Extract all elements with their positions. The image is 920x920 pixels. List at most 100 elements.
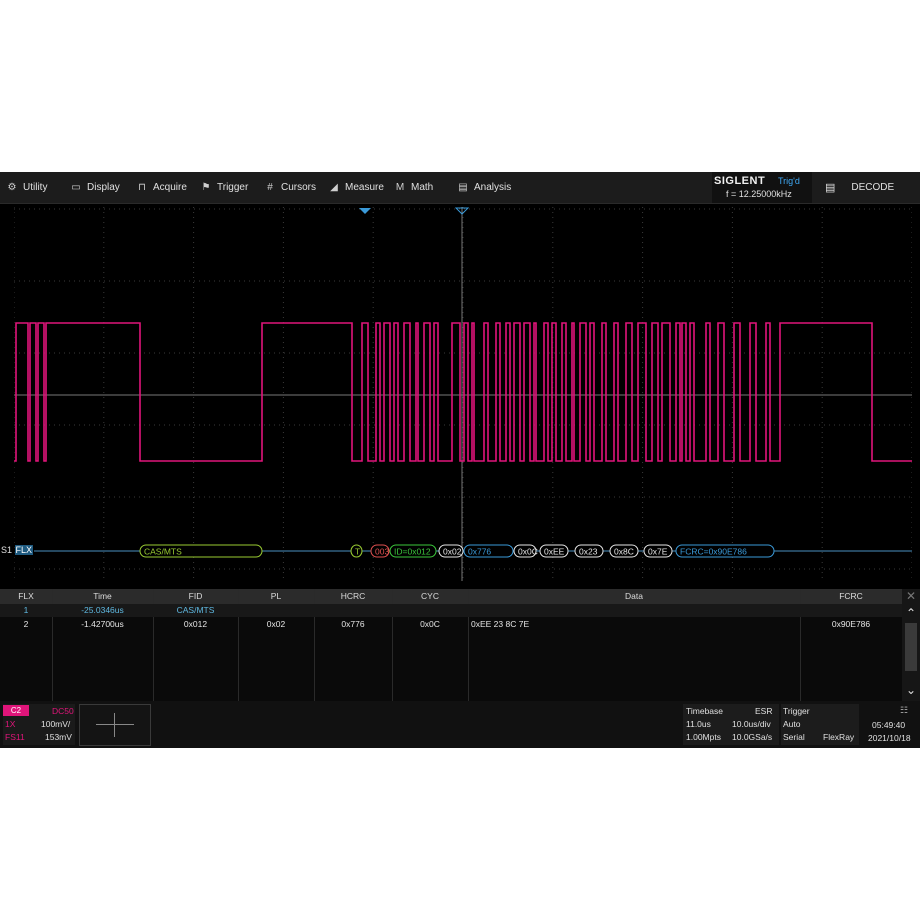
bus-segment-frame1: CAS/MTS [139,544,263,558]
clock-time: 05:49:40 [872,720,906,730]
close-icon[interactable]: ✕ [902,589,920,603]
timebase-label: Timebase [686,706,724,716]
status-bar: C2 DC50 1X 100mV/ FS11 153mV Timebase ES… [0,701,920,748]
gear-icon: ⚙ [7,182,17,193]
row-hcrc: 0x776 [341,619,365,629]
channel-offset: 153mV [45,732,72,742]
trigger-status: Trig'd [778,176,800,186]
waveform-display[interactable]: CAS/MTS T 003 ID=0x012 0x02 0x776 0x0C 0xEE 0x23… [14,207,912,581]
menu-trigger-label: Trigger [217,182,249,193]
bus-segment-d1: 0xEE [539,544,569,558]
menu-utility-label: Utility [23,182,48,193]
timebase-mode: ESR [755,706,773,716]
channel-offset-label: FS11 [5,732,25,742]
bus-segment-fcrc: FCRC=0x90E786 [675,544,775,558]
add-channel-button[interactable] [79,704,151,746]
menu-display-label: Display [87,182,120,193]
menu-measure-label: Measure [345,182,384,193]
row-fid: 0x012 [183,619,208,629]
bus-segment-d2: 0x23 [574,544,604,558]
bus-segment-label: CAS/MTS [144,547,182,557]
menu-cursors[interactable]: # Cursors [264,172,316,203]
bus-name: S1 [1,545,13,555]
bus-segment-id: ID=0x012 [389,544,437,558]
oscilloscope-screen: ⚙ Utility ▭ Display ⊓ Acquire ⚑ Trigger … [0,172,920,748]
channel-name: C2 [3,705,29,716]
decode-table[interactable]: FLX Time FID PL HCRC CYC Data FCRC 1 -25… [0,589,902,701]
row-flx: 2 [23,619,29,629]
acquire-icon: ⊓ [138,182,146,193]
scroll-thumb[interactable] [905,623,917,671]
menu-acquire-label: Acquire [153,182,187,193]
header-time[interactable]: Time [52,590,153,603]
row-time: -1.42700us [81,619,124,629]
trigger-source: FlexRay [823,732,855,742]
bus-segment-label: 0x23 [579,547,598,557]
trigger-label: Trigger [783,706,810,716]
timebase-delay: 11.0us [686,719,711,729]
header-hcrc[interactable]: HCRC [314,590,392,603]
brand-logo: SIGLENT [714,175,766,187]
header-data[interactable]: Data [468,590,800,603]
monitor-icon: ▭ [71,182,81,193]
measure-icon: ◢ [330,182,338,193]
row-pl: 0x02 [266,619,286,629]
bus-segment-label: 0xEE [544,547,565,557]
row-fcrc: 0x90E786 [831,619,871,629]
header-pl[interactable]: PL [238,590,314,603]
channel-2-settings[interactable]: C2 DC50 1X 100mV/ FS11 153mV [3,704,75,745]
brand-status: SIGLENT Trig'd f = 12.25000kHz [712,172,812,203]
chart-icon: ▤ [458,182,468,193]
menu-bar: ⚙ Utility ▭ Display ⊓ Acquire ⚑ Trigger … [0,172,920,204]
scroll-down-icon[interactable]: ⌄ [902,683,920,697]
header-fcrc[interactable]: FCRC [800,590,902,603]
menu-display[interactable]: ▭ Display [70,172,120,203]
bus-label: S1 FLX [1,545,34,555]
bus-segment-label: 0x02 [443,547,462,557]
bus-segment-num: 003 [370,544,390,558]
table-scrollbar[interactable]: ✕ ⌃ ⌄ [902,589,920,701]
clock-panel: ☷ 05:49:40 2021/10/18 [862,704,918,745]
row-fid: CAS/MTS [176,605,215,615]
bus-segment-label: 0x7E [648,547,668,557]
menu-analysis-label: Analysis [474,182,512,193]
bus-segment-d4: 0x7E [643,544,673,558]
trigger-position-marker[interactable] [359,208,371,214]
sample-rate: 10.0GSa/s [732,732,773,742]
header-flx[interactable]: FLX [0,590,52,603]
timebase-scale: 10.0us/div [732,719,771,729]
graticule [14,207,912,581]
bus-segment-label: ID=0x012 [394,547,431,557]
menu-math[interactable]: M Math [394,172,433,203]
bus-segment-tss: T [350,544,363,558]
bus-segment-label: FCRC=0x90E786 [680,547,747,557]
table-row[interactable]: 1 -25.0346us CAS/MTS [0,604,902,617]
menu-measure[interactable]: ◢ Measure [328,172,384,203]
trigger-panel[interactable]: Trigger Auto Serial FlexRay [781,704,859,745]
menu-analysis[interactable]: ▤ Analysis [457,172,511,203]
row-flx: 1 [23,605,29,615]
menu-utility[interactable]: ⚙ Utility [6,172,48,203]
menu-trigger[interactable]: ⚑ Trigger [200,172,249,203]
bus-segment-label: 003 [375,547,389,557]
header-fid[interactable]: FID [153,590,238,603]
menu-cursors-label: Cursors [281,182,317,193]
timebase-panel[interactable]: Timebase ESR 11.0us 10.0us/div 1.00Mpts … [683,704,779,745]
clock-date: 2021/10/18 [868,733,911,743]
menu-acquire[interactable]: ⊓ Acquire [136,172,187,203]
decode-bus: CAS/MTS T 003 ID=0x012 0x02 0x776 0x0C 0xEE 0x23… [34,544,912,558]
table-row[interactable]: 2 -1.42700us 0x012 0x02 0x776 0x0C 0xEE … [0,618,902,631]
frequency-readout: f = 12.25000kHz [726,189,792,199]
scroll-up-icon[interactable]: ⌃ [902,606,920,620]
channel-coupling: DC50 [52,706,74,716]
header-cyc[interactable]: CYC [392,590,468,603]
bus-segment-label: T [355,547,360,557]
trigger-type: Serial [783,732,805,742]
trigger-mode: Auto [783,719,801,729]
bus-segment-hcrc: 0x776 [463,544,514,558]
channel-probe: 1X [5,719,16,729]
bus-segment-label: 0x776 [468,547,491,557]
row-data: 0xEE 23 8C 7E [471,619,530,629]
decode-button[interactable]: ▤ DECODE [813,172,920,203]
bus-segment-label: 0x0C [518,547,538,557]
